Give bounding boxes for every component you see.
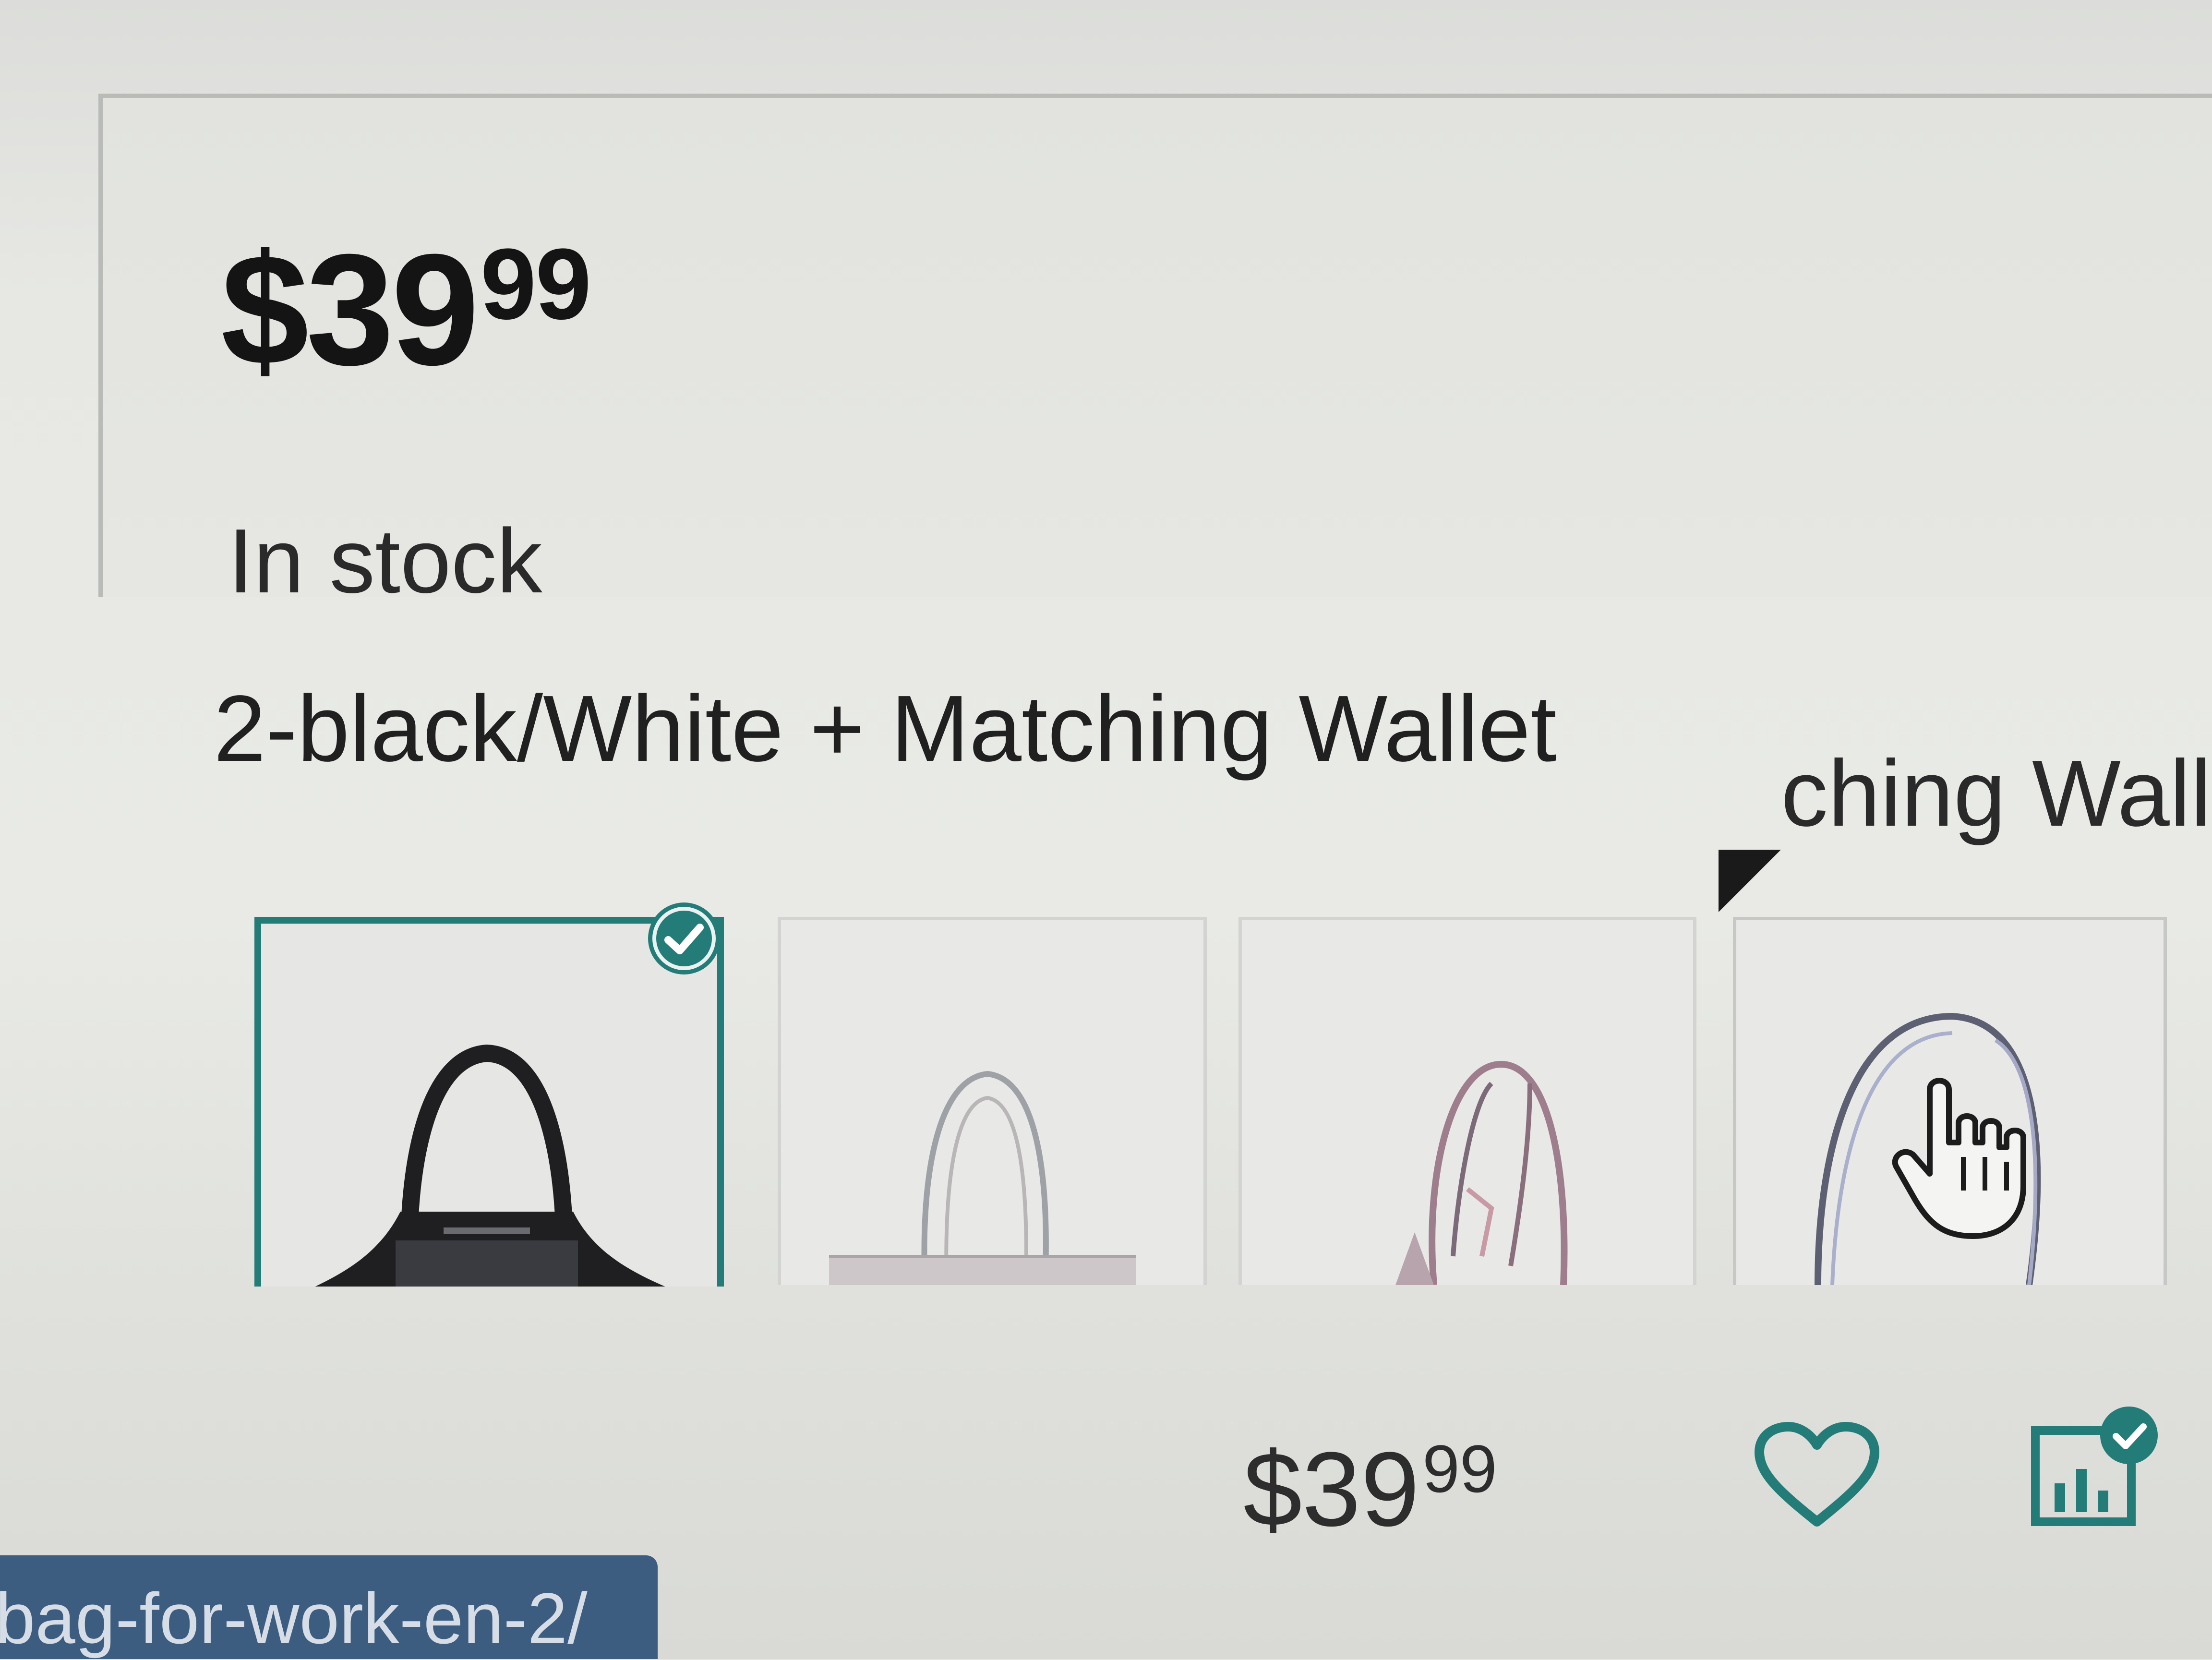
price: $3999 [221, 228, 592, 389]
tooltip-caret [1719, 850, 1781, 912]
check-icon [648, 902, 720, 974]
footer-price-cents: 99 [1422, 1431, 1497, 1506]
stock-status: In stock [228, 510, 542, 612]
footer-price-whole: $39 [1243, 1430, 1420, 1548]
selected-variant-label: 2-black/White + Matching Wallet [214, 676, 1557, 781]
variant-swatch-3[interactable] [1238, 917, 1696, 1285]
price-whole: $39 [221, 221, 480, 398]
hand-cursor-icon [1892, 1078, 2026, 1239]
price-cents: 99 [480, 228, 592, 340]
variant-tooltip-text: ching Wall [1781, 741, 2212, 846]
tote-bag-image [1395, 1060, 1568, 1285]
heart-icon[interactable] [1752, 1421, 1882, 1531]
status-url-text: bag-for-work-en-2/ [0, 1578, 588, 1659]
variant-swatch-2[interactable] [778, 917, 1207, 1285]
footer-price: $3999 [1243, 1435, 1497, 1542]
tote-bag-image [301, 1044, 682, 1293]
product-page: $3999 In stock 2-black/White + Matching … [0, 0, 2212, 1659]
tote-bag-image [829, 1071, 1136, 1285]
compare-icon[interactable] [2026, 1402, 2165, 1531]
